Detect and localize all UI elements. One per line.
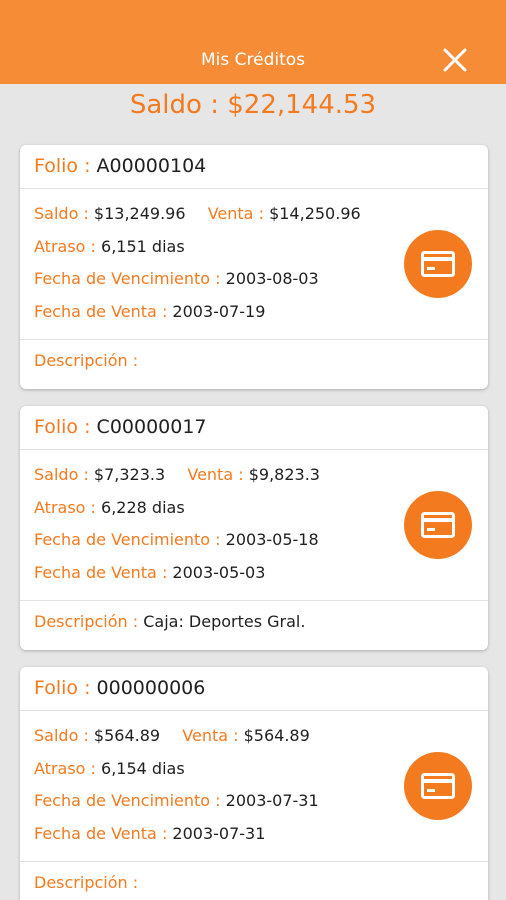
folio-value: 000000006 (96, 677, 206, 699)
fecha-venta-value: 2003-07-19 (172, 301, 266, 321)
folio-label: Folio : (34, 677, 91, 699)
card-details: Saldo : $13,249.96 Venta : $14,250.96 At… (20, 189, 488, 340)
credit-card: Folio : C00000017 Saldo : $7,323.3 Venta… (20, 406, 488, 650)
fecha-venta-label: Fecha de Venta : (34, 823, 168, 843)
vencimiento-value: 2003-05-18 (225, 530, 319, 549)
fecha-venta-value: 2003-07-31 (172, 823, 266, 843)
fecha-venta-label: Fecha de Venta : (34, 562, 168, 582)
saldo-value: $7,323.3 (93, 465, 166, 484)
page-title: Mis Créditos (200, 50, 306, 70)
folio-label: Folio : (34, 416, 91, 438)
venta-value: $14,250.96 (269, 204, 361, 223)
fecha-venta-label: Fecha de Venta : (34, 301, 168, 321)
pay-button[interactable] (404, 491, 472, 559)
credit-list: Folio : A00000104 Saldo : $13,249.96 Ven… (20, 145, 488, 900)
atraso-label: Atraso : (34, 236, 96, 256)
card-details: Saldo : $7,323.3 Venta : $9,823.3 Atraso… (20, 450, 488, 601)
card-footer: Descripción : (20, 862, 488, 892)
descripcion-value: Caja: Deportes Gral. (143, 612, 306, 631)
credit-card-icon (421, 251, 455, 277)
venta-value: $564.89 (243, 726, 310, 745)
credit-card: Folio : A00000104 Saldo : $13,249.96 Ven… (20, 145, 488, 389)
venta-label: Venta : (182, 726, 239, 745)
venta-label: Venta : (207, 204, 264, 223)
vencimiento-label: Fecha de Vencimiento : (34, 530, 221, 549)
descripcion-label: Descripción : (34, 612, 139, 631)
venta-value: $9,823.3 (248, 465, 320, 484)
atraso-label: Atraso : (34, 497, 96, 517)
atraso-value: 6,228 dias (101, 497, 185, 517)
credit-card-icon (421, 512, 455, 538)
close-button[interactable] (440, 45, 470, 75)
vencimiento-value: 2003-07-31 (225, 791, 319, 810)
descripcion-label: Descripción : (34, 873, 139, 892)
credit-card: Folio : 000000006 Saldo : $564.89 Venta … (20, 667, 488, 900)
fecha-venta-value: 2003-05-03 (172, 562, 266, 582)
card-header: Folio : 000000006 (20, 667, 488, 711)
credit-card-icon (421, 773, 455, 799)
total-balance: Saldo : $22,144.53 (129, 90, 377, 120)
card-footer: Descripción : Caja: Deportes Gral. (20, 601, 488, 631)
card-header: Folio : A00000104 (20, 145, 488, 189)
saldo-label: Saldo : (34, 204, 89, 223)
app-header: Mis Créditos (0, 0, 506, 84)
folio-value: C00000017 (96, 416, 207, 438)
folio-label: Folio : (34, 155, 91, 177)
card-footer: Descripción : (20, 340, 488, 370)
pay-button[interactable] (404, 230, 472, 298)
descripcion-label: Descripción : (34, 351, 139, 370)
saldo-label: Saldo : (34, 726, 89, 745)
saldo-value: $564.89 (93, 726, 161, 745)
card-details: Saldo : $564.89 Venta : $564.89 Atraso :… (20, 711, 488, 862)
vencimiento-label: Fecha de Vencimiento : (34, 269, 221, 288)
pay-button[interactable] (404, 752, 472, 820)
close-icon (443, 48, 467, 72)
vencimiento-value: 2003-08-03 (225, 269, 319, 288)
atraso-label: Atraso : (34, 758, 96, 778)
folio-value: A00000104 (96, 155, 207, 177)
venta-label: Venta : (187, 465, 244, 484)
atraso-value: 6,151 dias (101, 236, 185, 256)
saldo-label: Saldo : (34, 465, 89, 484)
saldo-value: $13,249.96 (93, 204, 186, 223)
card-header: Folio : C00000017 (20, 406, 488, 450)
atraso-value: 6,154 dias (101, 758, 185, 778)
vencimiento-label: Fecha de Vencimiento : (34, 791, 221, 810)
